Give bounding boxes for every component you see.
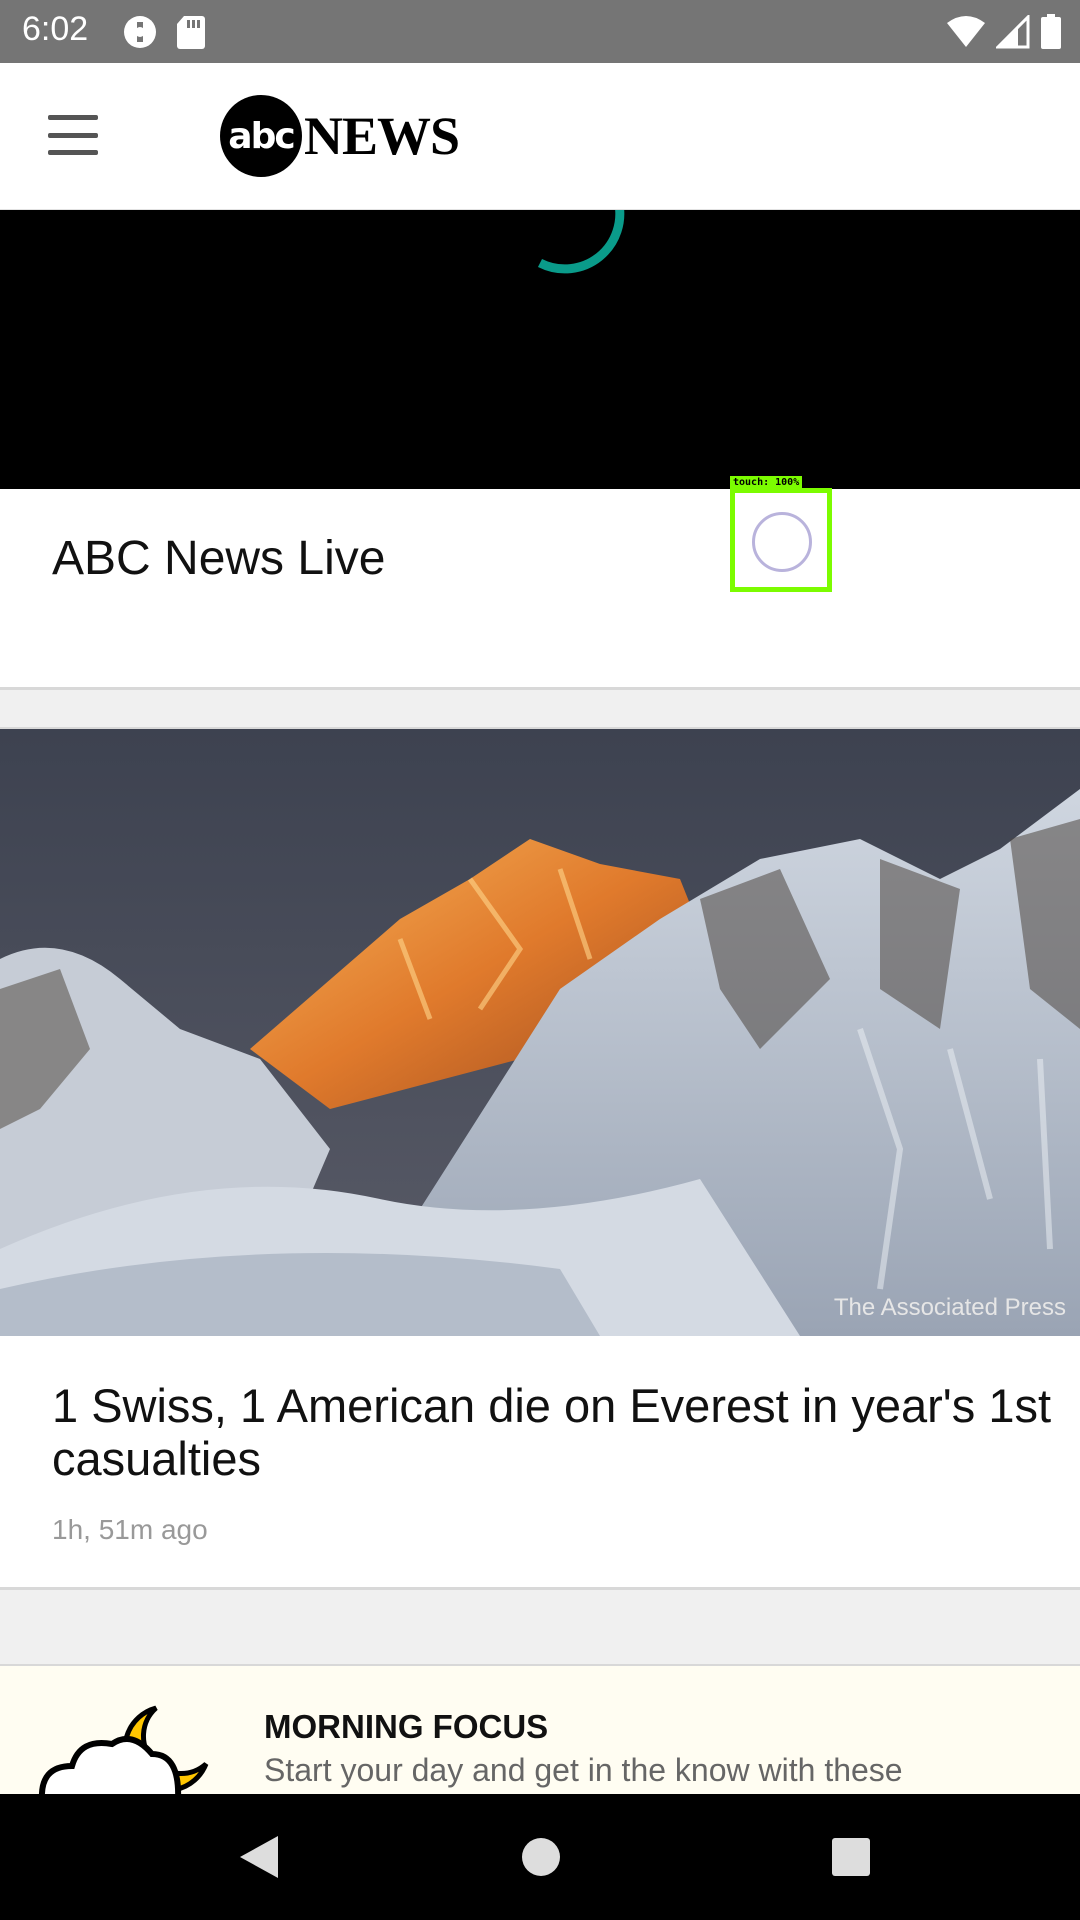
logo-news: NEWS <box>304 106 460 166</box>
recents-icon[interactable] <box>832 1838 870 1876</box>
morning-focus-title: MORNING FOCUS <box>264 1708 549 1745</box>
abc-news-logo: abc NEWS <box>220 95 460 177</box>
data-saver-icon <box>124 16 156 48</box>
app-header: abc NEWS <box>0 63 1080 210</box>
logo-abc: abc <box>220 95 302 177</box>
back-icon[interactable] <box>238 1834 280 1880</box>
moon-cloud-icon <box>39 1705 209 1794</box>
story-timestamp: 1h, 51m ago <box>52 1514 208 1545</box>
photo-credit: The Associated Press <box>833 1294 1066 1321</box>
live-card[interactable]: ABC News Live <box>0 489 1080 690</box>
live-video-player[interactable] <box>0 210 1080 489</box>
sd-card-icon <box>177 16 205 49</box>
live-title: ABC News Live <box>52 532 386 585</box>
story-card[interactable]: The Associated Press 1 Swiss, 1 American… <box>0 727 1080 1590</box>
wifi-icon <box>947 16 985 47</box>
home-icon[interactable] <box>522 1838 560 1876</box>
cellular-signal-icon <box>996 15 1030 49</box>
touch-indicator-circle <box>752 512 812 572</box>
morning-focus-card[interactable]: MORNING FOCUS Start your day and get in … <box>0 1664 1080 1794</box>
system-nav-bar <box>0 1794 1080 1920</box>
morning-focus-description: Start your day and get in the know with … <box>264 1752 903 1788</box>
story-headline[interactable]: 1 Swiss, 1 American die on Everest in ye… <box>52 1379 1052 1485</box>
loading-spinner-icon <box>537 210 625 274</box>
battery-icon <box>1041 14 1061 49</box>
status-bar: 6:02 <box>0 0 1080 63</box>
story-image[interactable]: The Associated Press <box>0 729 1080 1336</box>
status-time: 6:02 <box>22 10 89 48</box>
hamburger-menu-icon[interactable] <box>42 109 104 161</box>
